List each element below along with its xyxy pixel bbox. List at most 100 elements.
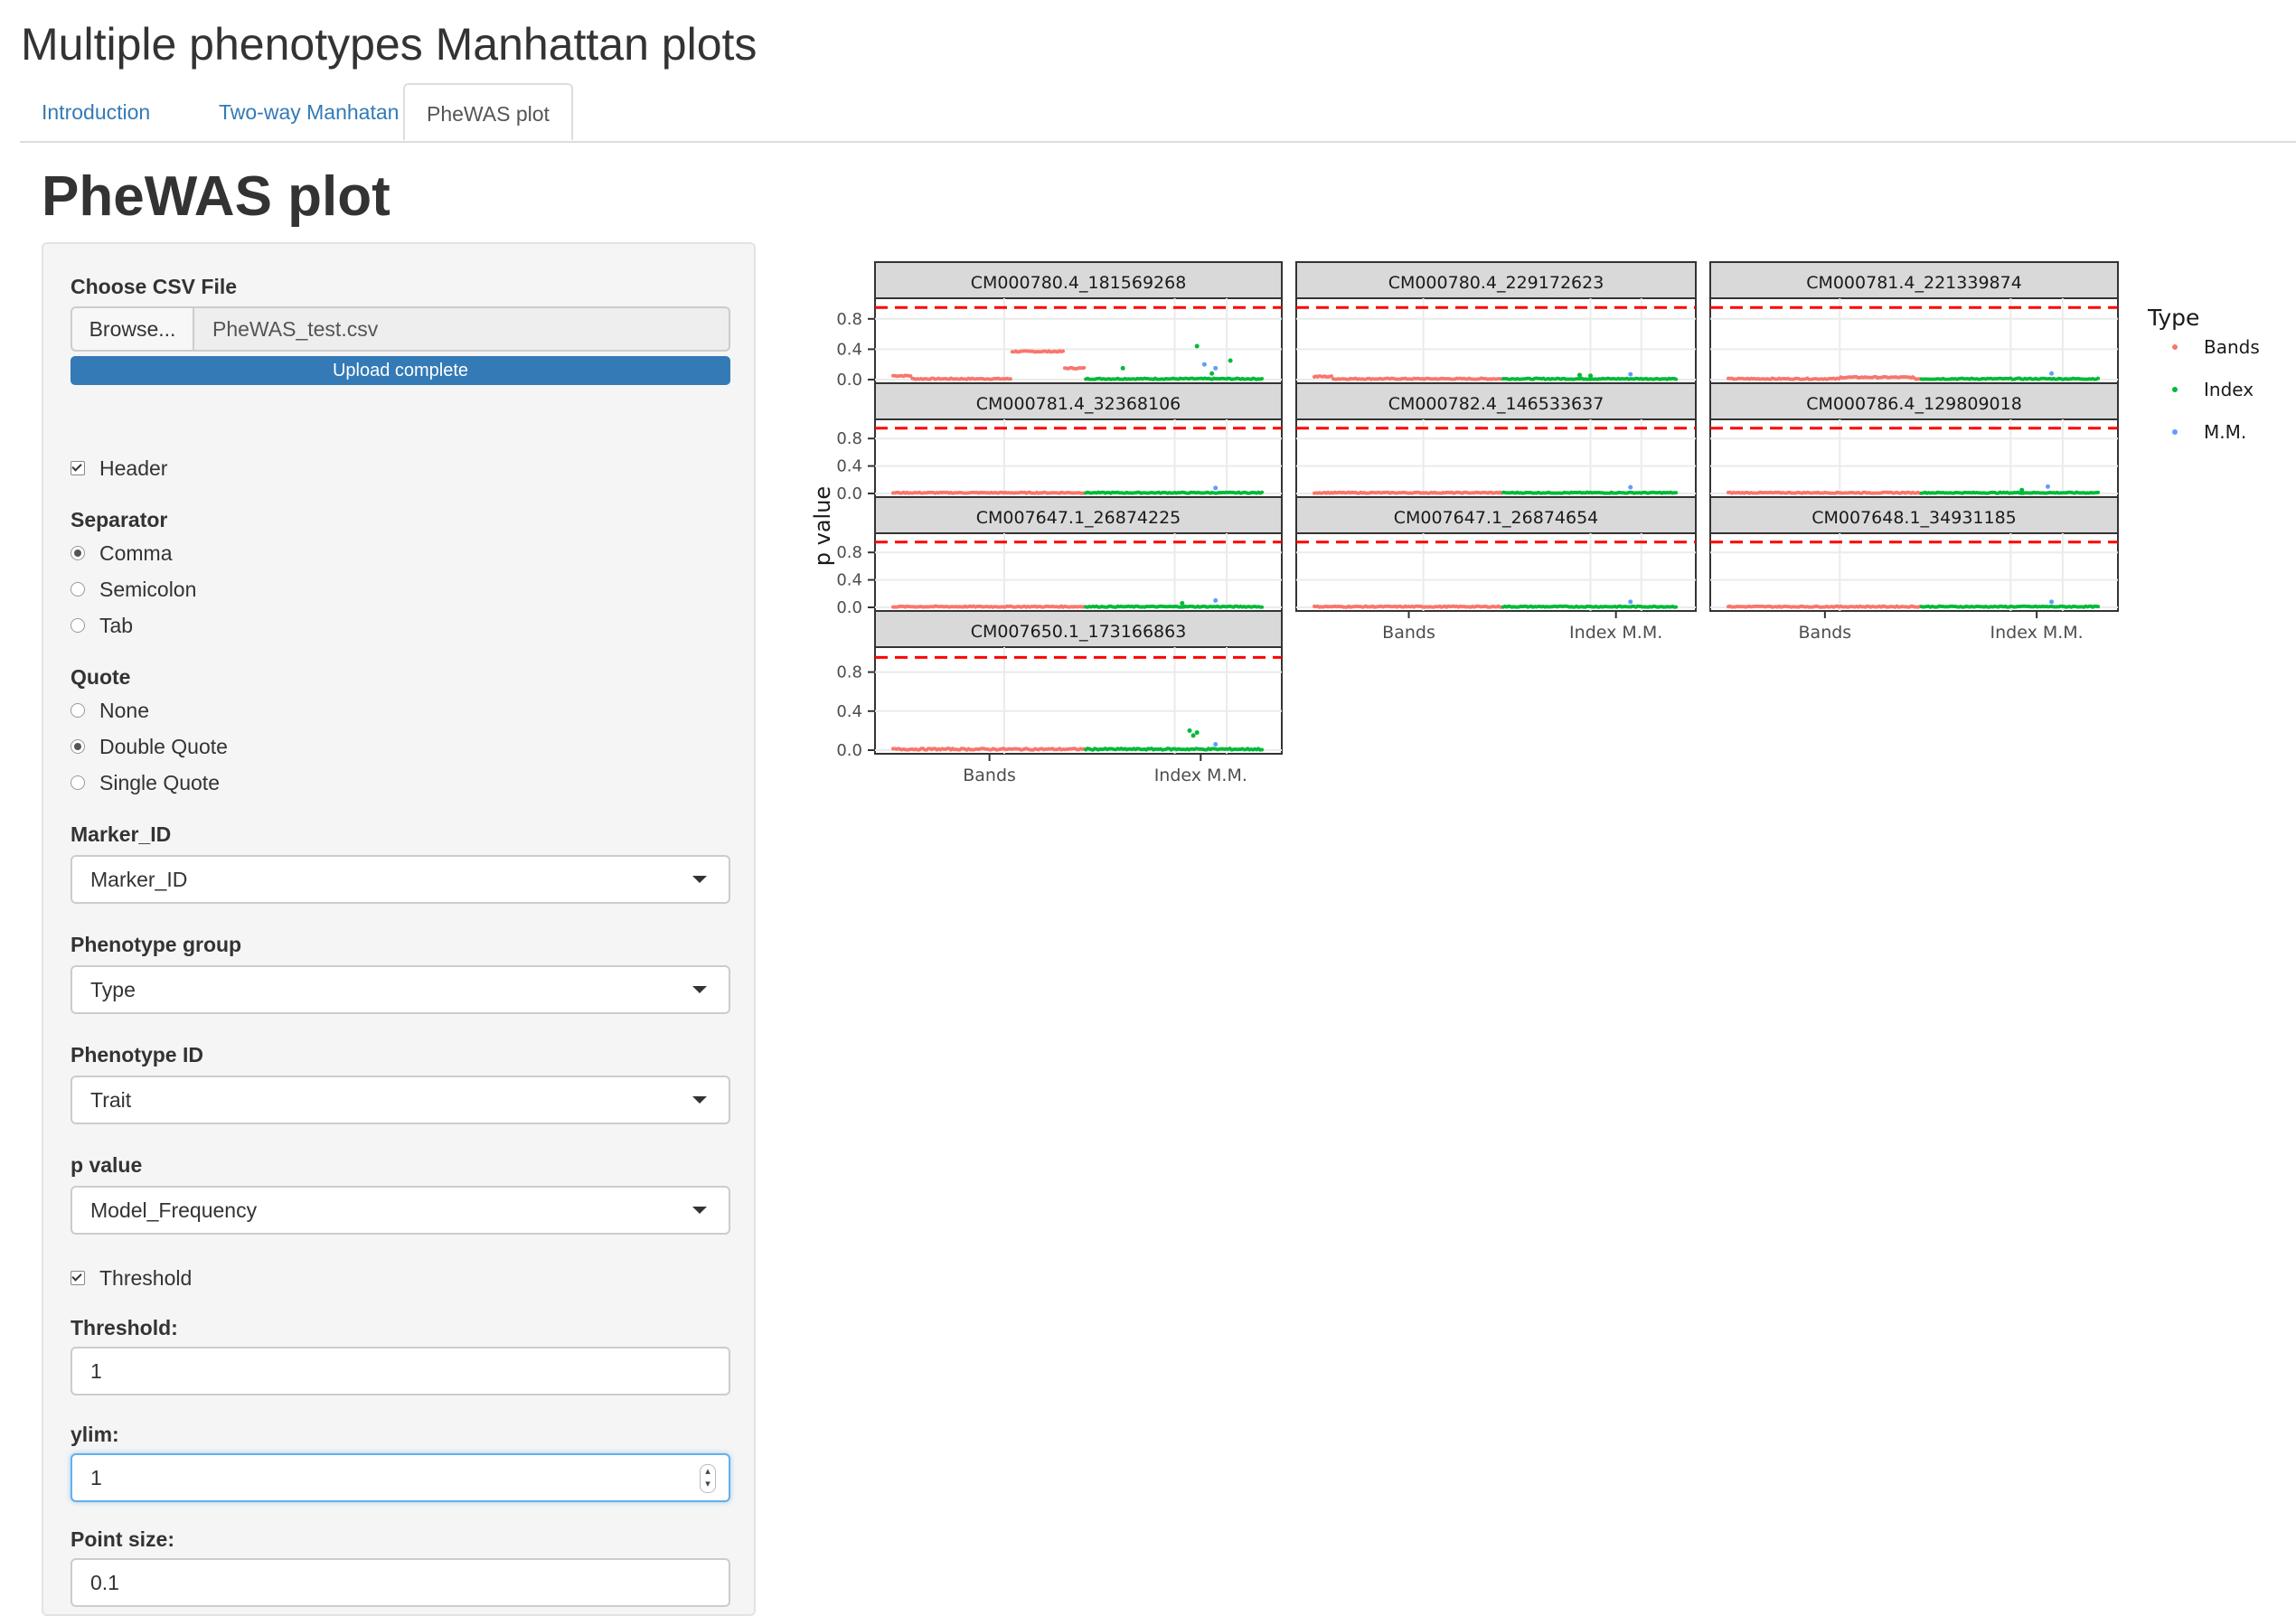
data-point-bands	[1759, 377, 1764, 381]
data-point-index	[1126, 377, 1131, 381]
data-point-bands	[1777, 376, 1782, 381]
data-point-index	[2021, 377, 2026, 381]
data-point-bands	[1826, 377, 1830, 381]
data-point-bands	[1783, 376, 1787, 381]
data-point-index	[2035, 605, 2039, 609]
data-point-index	[1581, 377, 1586, 381]
data-point-bands	[938, 490, 943, 494]
data-point-bands	[1315, 604, 1320, 608]
tab-phewas-plot[interactable]: PheWAS plot	[403, 83, 573, 141]
data-point-bands	[1889, 605, 1894, 609]
data-point-index	[1644, 376, 1649, 381]
data-point-bands	[1056, 491, 1060, 495]
data-point-index	[1566, 491, 1570, 495]
header-checkbox[interactable]	[71, 461, 85, 475]
data-point-index	[1641, 491, 1645, 495]
data-point-index	[1256, 605, 1261, 609]
data-point-bands	[910, 605, 915, 609]
data-point-index	[2014, 491, 2018, 495]
data-point-bands	[1362, 377, 1367, 381]
tab-two-way-manhattan[interactable]: Two-way Manhatan	[197, 83, 420, 141]
p-value-select[interactable]: Model_Frequency	[71, 1186, 730, 1235]
threshold-input[interactable]: 1	[71, 1347, 730, 1395]
data-point-index	[2038, 491, 2043, 495]
data-point-bands	[946, 605, 950, 609]
data-point-bands	[1891, 491, 1896, 495]
data-point-index	[1154, 491, 1159, 495]
data-point-bands	[936, 491, 941, 495]
spinner-icon[interactable]: ▴ ▾	[700, 1464, 716, 1493]
data-point-index	[1139, 747, 1143, 752]
data-point-bands	[1914, 605, 1918, 609]
separator-comma-radio[interactable]	[71, 546, 85, 560]
data-point-bands	[1008, 604, 1012, 608]
data-point-bands	[903, 491, 908, 495]
data-point-index	[1923, 490, 1927, 494]
data-point-bands	[1441, 605, 1445, 609]
data-point-index	[1644, 491, 1649, 495]
data-point-bands	[1357, 377, 1361, 381]
data-point-bands	[1788, 605, 1793, 609]
data-point-index	[1585, 490, 1589, 494]
quote-none-radio[interactable]	[71, 703, 85, 718]
data-point-bands	[1439, 376, 1444, 381]
threshold-checkbox[interactable]	[71, 1271, 85, 1285]
data-point-bands	[985, 747, 990, 751]
quote-none-label: None	[99, 699, 149, 722]
data-point-bands	[1768, 377, 1773, 381]
data-point-index	[1198, 747, 1202, 751]
browse-button[interactable]: Browse...	[71, 306, 194, 352]
data-point-bands	[1733, 605, 1737, 609]
data-point-index	[1637, 491, 1642, 495]
data-point-index	[1974, 377, 1979, 381]
separator-semicolon-radio[interactable]	[71, 582, 85, 597]
data-point-index	[1256, 490, 1261, 494]
data-point-bands	[1353, 604, 1358, 608]
data-point-bands	[1028, 747, 1032, 752]
data-point-bands	[1407, 491, 1411, 495]
data-point-index	[1209, 490, 1214, 494]
data-point-index	[2032, 605, 2037, 609]
phenotype-group-select[interactable]: Type	[71, 965, 730, 1014]
data-point-index	[1231, 605, 1236, 609]
data-point-bands	[1465, 605, 1470, 609]
separator-tab-label: Tab	[99, 614, 134, 637]
data-point-bands	[1364, 604, 1369, 608]
data-point-bands	[1872, 491, 1877, 495]
data-point-index	[1635, 491, 1640, 495]
data-point-bands	[1494, 605, 1499, 609]
data-point-mm	[1213, 365, 1219, 371]
data-point-bands	[936, 376, 941, 381]
data-point-index	[1162, 605, 1166, 609]
data-point-index	[1180, 747, 1184, 752]
data-point-bands	[1422, 491, 1426, 495]
data-point-index	[1663, 605, 1668, 609]
data-point-bands	[1465, 377, 1470, 381]
quote-single-radio[interactable]	[71, 775, 85, 790]
data-point-bands	[1880, 375, 1885, 380]
data-point-bands	[1744, 605, 1748, 609]
data-point-index	[2032, 377, 2037, 381]
tab-introduction[interactable]: Introduction	[20, 83, 172, 141]
data-point-index	[1950, 377, 1954, 381]
data-point-bands	[1766, 604, 1771, 608]
data-point-index	[1260, 747, 1265, 752]
phenotype-id-select[interactable]: Trait	[71, 1076, 730, 1124]
data-point-index	[1996, 491, 2000, 495]
ylim-input[interactable]: 1 ▴ ▾	[71, 1453, 730, 1502]
data-point-bands	[1388, 377, 1392, 381]
separator-tab-radio[interactable]	[71, 618, 85, 633]
data-point-bands	[1467, 376, 1472, 381]
marker-id-select[interactable]: Marker_ID	[71, 855, 730, 904]
data-point-index	[1213, 605, 1218, 609]
data-point-bands	[1026, 349, 1030, 353]
quote-double-radio[interactable]	[71, 739, 85, 754]
data-point-bands	[1756, 491, 1761, 495]
data-point-index	[2069, 605, 2074, 609]
data-point-bands	[1043, 747, 1048, 751]
data-point-index	[1932, 491, 1936, 495]
data-point-bands	[1334, 605, 1339, 609]
data-point-bands	[1498, 605, 1502, 609]
data-point-bands	[948, 490, 953, 494]
data-point-bands	[1763, 377, 1767, 381]
